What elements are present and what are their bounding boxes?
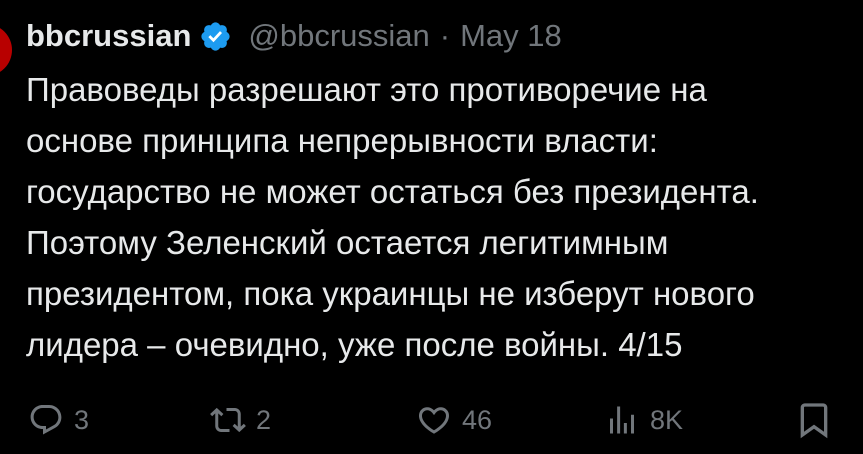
bookmark-icon	[800, 403, 828, 439]
reply-button[interactable]: 3	[28, 398, 89, 442]
repost-button[interactable]: 2	[210, 398, 271, 442]
avatar[interactable]	[0, 24, 12, 76]
verified-badge-icon	[201, 21, 230, 51]
views-icon	[610, 406, 634, 434]
tweet-header: bbcrussian @bbcrussian · May 18	[26, 14, 562, 58]
author-name[interactable]: bbcrussian	[26, 18, 191, 54]
tweet-text-line: Поэтому Зеленский остается легитимным	[26, 224, 669, 261]
tweet-text-line: Правоведы разрешают это противоречие на	[26, 71, 707, 108]
like-button[interactable]: 46	[416, 398, 492, 442]
repost-icon	[210, 407, 246, 433]
views-count: 8K	[650, 404, 684, 435]
like-count: 46	[462, 404, 493, 435]
separator-dot: ·	[439, 18, 451, 53]
tweet-date[interactable]: May 18	[460, 18, 562, 54]
tweet-text-line: лидера – очевидно, уже после войны. 4/15	[26, 326, 683, 363]
reply-count: 3	[74, 404, 90, 435]
tweet-text-line: президентом, пока украинцы не изберут но…	[26, 275, 755, 312]
views-button[interactable]: 8K	[604, 398, 683, 442]
repost-count: 2	[256, 404, 272, 435]
author-handle[interactable]: @bbcrussian	[248, 18, 429, 54]
reply-icon	[30, 405, 62, 435]
tweet-text-line: государство не может остаться без презид…	[26, 173, 759, 210]
bookmark-button[interactable]	[794, 398, 834, 442]
tweet-text-line: основе принципа непрерывности власти:	[26, 122, 658, 159]
action-bar: 3 2 46 8K	[24, 398, 844, 442]
like-icon	[418, 407, 450, 434]
tweet-text: Правоведы разрешают это противоречие на …	[26, 64, 856, 370]
